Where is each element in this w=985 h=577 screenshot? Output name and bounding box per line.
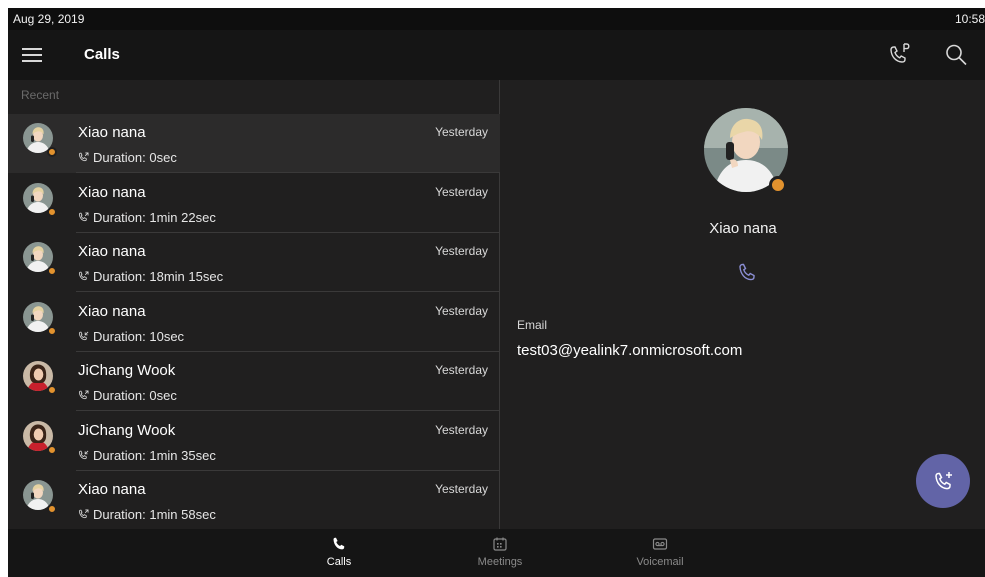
- call-history-row[interactable]: Xiao nana Duration: 10sec Yesterday: [8, 293, 500, 352]
- call-contact-name: Xiao nana: [78, 302, 146, 320]
- call-date: Yesterday: [435, 244, 488, 258]
- presence-badge-away: [47, 385, 57, 395]
- voicemail-icon: [652, 538, 668, 550]
- call-duration: Duration: 1min 22sec: [78, 210, 216, 225]
- call-date: Yesterday: [435, 303, 488, 318]
- presence-badge-away: [47, 504, 57, 514]
- call-history-row[interactable]: Xiao nana Duration: 18min 15sec Yesterday: [8, 233, 500, 292]
- bottom-navigation: Calls Meetings Voicemail: [8, 529, 985, 577]
- call-duration: Duration: 1min 35sec: [78, 448, 216, 463]
- add-call-icon: [935, 472, 952, 490]
- presence-badge-away: [47, 206, 57, 217]
- page-title: Calls: [84, 46, 120, 63]
- nav-label-calls: Calls: [326, 556, 352, 568]
- phone-screen: Aug 29, 2019 10:58 Calls Recent Xiao nan…: [8, 8, 985, 577]
- call-date: Yesterday: [435, 184, 488, 199]
- nav-label-voicemail: Voicemail: [636, 556, 684, 568]
- incoming-call-icon: [78, 331, 89, 342]
- call-history-row[interactable]: Xiao nana Duration: 0sec Yesterday: [8, 114, 500, 173]
- call-history-row[interactable]: Xiao nana Duration: 1min 58sec Yesterday: [8, 471, 500, 530]
- contact-avatar: [23, 123, 57, 157]
- call-duration: Duration: 10sec: [78, 329, 184, 344]
- outgoing-call-icon: [78, 509, 89, 520]
- call-duration-text: Duration: 1min 35sec: [93, 447, 216, 463]
- call-duration-text: Duration: 18min 15sec: [93, 269, 224, 284]
- presence-badge-away: [47, 444, 57, 455]
- contact-avatar: [23, 242, 57, 276]
- call-contact-name: Xiao nana: [78, 243, 146, 260]
- call-contact-name: JiChang Wook: [78, 421, 176, 439]
- call-date: Yesterday: [435, 482, 488, 496]
- section-label-recent: Recent: [21, 88, 60, 102]
- contact-avatar: [23, 182, 57, 217]
- search-icon[interactable]: [943, 42, 969, 68]
- call-contact-name: Xiao nana: [78, 183, 146, 201]
- call-duration: Duration: 1min 58sec: [78, 507, 216, 522]
- outgoing-call-icon: [78, 390, 89, 401]
- call-date: Yesterday: [435, 125, 488, 139]
- call-duration-text: Duration: 0sec: [93, 150, 177, 165]
- phone-icon: [333, 537, 345, 550]
- outgoing-call-icon: [78, 152, 89, 163]
- outgoing-call-icon: [78, 212, 89, 223]
- call-date: Yesterday: [435, 363, 488, 377]
- call-park-icon[interactable]: [886, 42, 912, 68]
- call-history-row[interactable]: JiChang Wook Duration: 0sec Yesterday: [8, 352, 500, 411]
- call-duration-text: Duration: 0sec: [93, 388, 177, 403]
- incoming-call-icon: [78, 450, 89, 461]
- status-date: Aug 29, 2019: [13, 12, 85, 26]
- call-contact-name: JiChang Wook: [78, 362, 176, 379]
- presence-badge-away: [47, 266, 57, 276]
- presence-badge-away: [47, 325, 57, 336]
- presence-badge-away: [769, 176, 787, 194]
- call-duration: Duration: 18min 15sec: [78, 269, 223, 284]
- call-duration: Duration: 0sec: [78, 388, 177, 403]
- email-value[interactable]: test03@yealink7.onmicrosoft.com: [517, 342, 742, 359]
- hamburger-menu-icon[interactable]: [20, 42, 46, 68]
- call-contact-name: Xiao nana: [78, 124, 146, 141]
- add-call-button[interactable]: [916, 454, 970, 508]
- nav-tab-calls[interactable]: Calls: [294, 533, 384, 575]
- top-app-bar: Calls: [8, 30, 985, 80]
- outgoing-call-icon: [78, 271, 89, 282]
- contact-avatar: [23, 301, 57, 336]
- contact-avatar: [23, 361, 57, 395]
- status-bar: Aug 29, 2019 10:58: [8, 8, 985, 30]
- call-duration-text: Duration: 1min 22sec: [93, 209, 216, 225]
- call-duration: Duration: 0sec: [78, 150, 177, 165]
- contact-avatar: [23, 420, 57, 455]
- presence-badge-away: [47, 147, 57, 157]
- recent-calls-list: Recent Xiao nana Duration: 0sec Yesterday X…: [8, 80, 500, 530]
- nav-tab-meetings[interactable]: Meetings: [455, 533, 545, 575]
- email-label: Email: [517, 318, 548, 332]
- call-history-row[interactable]: JiChang Wook Duration: 1min 35sec Yesterda…: [8, 412, 500, 471]
- call-date: Yesterday: [435, 422, 488, 437]
- contact-detail-pane: Xiao nana Email test03@yealink7.onmicros…: [501, 80, 985, 529]
- status-time: 10:58: [954, 12, 985, 26]
- call-duration-text: Duration: 1min 58sec: [93, 507, 216, 522]
- call-history-row[interactable]: Xiao nana Duration: 1min 22sec Yesterday: [8, 174, 500, 233]
- nav-tab-voicemail[interactable]: Voicemail: [615, 533, 705, 575]
- nav-label-meetings: Meetings: [477, 556, 523, 568]
- call-duration-text: Duration: 10sec: [93, 328, 185, 344]
- phone-icon[interactable]: [736, 262, 758, 284]
- calendar-icon: [493, 537, 507, 551]
- contact-avatar: [23, 480, 57, 514]
- call-contact-name: Xiao nana: [78, 481, 146, 498]
- contact-name: Xiao nana: [709, 220, 777, 237]
